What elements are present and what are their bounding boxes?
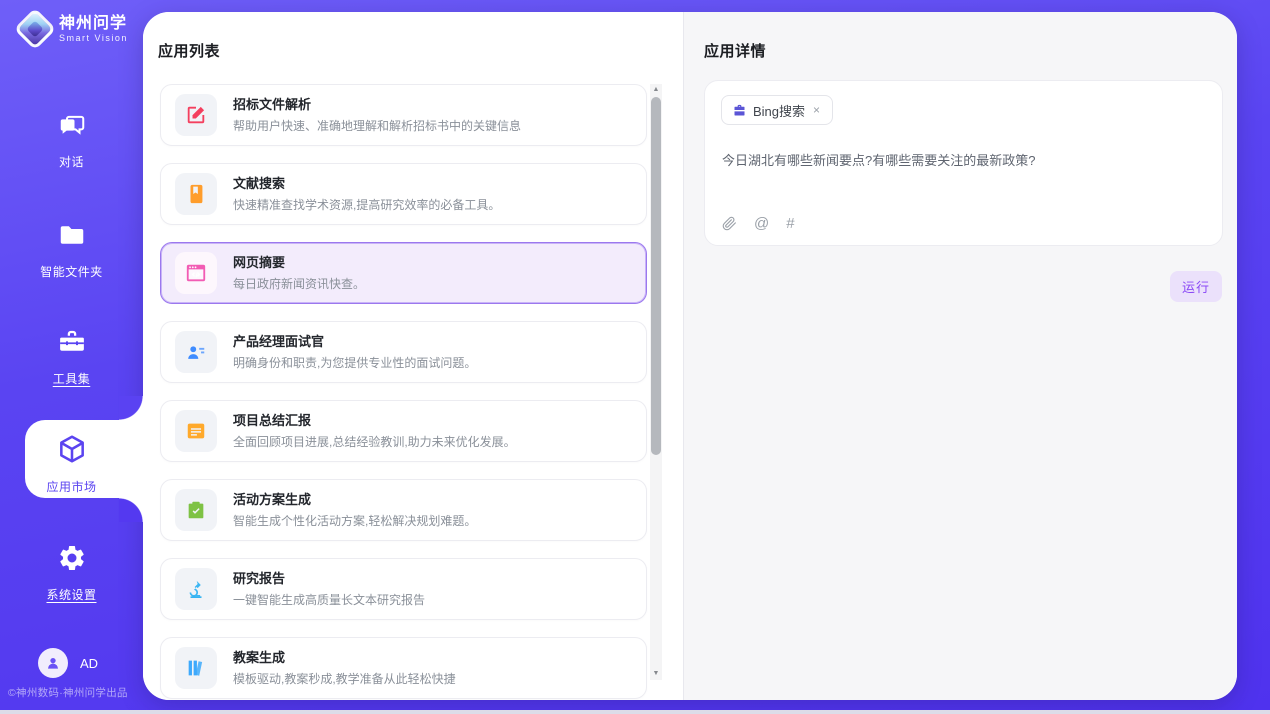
app-detail-panel: 应用详情 Bing搜索 × 今日湖北有哪些新闻要点?有哪些需要关注的最新政策? … xyxy=(683,12,1237,700)
browser-code-icon xyxy=(175,252,217,294)
app-list-scrollbar[interactable]: ▲ ▼ xyxy=(650,84,662,680)
sidebar-item-label: 对话 xyxy=(0,153,143,170)
tool-chip-label: Bing搜索 xyxy=(753,101,805,120)
brand-subtitle: Smart Vision xyxy=(59,33,128,43)
sidebar-item-label: 智能文件夹 xyxy=(0,263,143,280)
app-card-title: 研究报告 xyxy=(233,570,425,587)
attachment-toolbar: @ # xyxy=(722,215,795,232)
brand-title: 神州问学 xyxy=(59,15,127,32)
diamond-logo-icon xyxy=(14,8,56,50)
scroll-down-arrow[interactable]: ▼ xyxy=(650,668,662,680)
app-list-panel: 应用列表 招标文件解析 帮助用户快速、准确地理解和解析招标书中的关键信息 文献搜… xyxy=(143,12,683,700)
app-list-title: 应用列表 xyxy=(158,40,220,61)
content-shell: 应用列表 招标文件解析 帮助用户快速、准确地理解和解析招标书中的关键信息 文献搜… xyxy=(143,12,1237,700)
app-card-literature-search[interactable]: 文献搜索 快速精准查找学术资源,提高研究效率的必备工具。 xyxy=(160,163,647,225)
prompt-input[interactable]: 今日湖北有哪些新闻要点?有哪些需要关注的最新政策? xyxy=(722,151,1206,170)
hash-icon[interactable]: # xyxy=(786,215,794,232)
person-icon xyxy=(45,655,61,671)
app-card-desc: 智能生成个性化活动方案,轻松解决规划难题。 xyxy=(233,512,476,529)
app-card-desc: 每日政府新闻资讯快查。 xyxy=(233,275,365,292)
app-card-event-plan[interactable]: 活动方案生成 智能生成个性化活动方案,轻松解决规划难题。 xyxy=(160,479,647,541)
app-card-desc: 帮助用户快速、准确地理解和解析招标书中的关键信息 xyxy=(233,117,521,134)
resume-icon xyxy=(175,331,217,373)
app-card-research-report[interactable]: 研究报告 一键智能生成高质量长文本研究报告 xyxy=(160,558,647,620)
paperclip-icon[interactable] xyxy=(722,216,737,231)
folder-icon xyxy=(57,220,87,250)
app-card-desc: 全面回顾项目进展,总结经验教训,助力未来优化发展。 xyxy=(233,433,516,450)
book-icon xyxy=(175,173,217,215)
app-card-title: 产品经理面试官 xyxy=(233,333,476,350)
app-card-lesson-plan[interactable]: 教案生成 模板驱动,教案秒成,教学准备从此轻松快捷 xyxy=(160,637,647,699)
app-card-bid-parse[interactable]: 招标文件解析 帮助用户快速、准确地理解和解析招标书中的关键信息 xyxy=(160,84,647,146)
app-card-project-summary[interactable]: 项目总结汇报 全面回顾项目进展,总结经验教训,助力未来优化发展。 xyxy=(160,400,647,462)
app-detail-title: 应用详情 xyxy=(704,40,766,61)
app-card-title: 文献搜索 xyxy=(233,175,500,192)
sidebar-item-toolset[interactable]: 工具集 xyxy=(0,327,143,387)
app-card-title: 活动方案生成 xyxy=(233,491,476,508)
clipboard-check-icon xyxy=(175,489,217,531)
microscope-icon xyxy=(175,568,217,610)
app-card-title: 项目总结汇报 xyxy=(233,412,516,429)
books-icon xyxy=(175,647,217,689)
sidebar-item-smart-folder[interactable]: 智能文件夹 xyxy=(0,220,143,280)
app-card-desc: 快速精准查找学术资源,提高研究效率的必备工具。 xyxy=(233,196,500,213)
sidebar-item-app-market[interactable]: 应用市场 xyxy=(0,433,143,495)
sidebar-item-label: 工具集 xyxy=(0,370,143,387)
app-card-web-summary[interactable]: 网页摘要 每日政府新闻资讯快查。 xyxy=(160,242,647,304)
user-initials: AD xyxy=(80,656,98,671)
app-window: 应用列表 招标文件解析 帮助用户快速、准确地理解和解析招标书中的关键信息 文献搜… xyxy=(0,0,1270,714)
gear-icon xyxy=(57,543,87,573)
app-card-desc: 明确身份和职责,为您提供专业性的面试问题。 xyxy=(233,354,476,371)
at-icon[interactable]: @ xyxy=(754,215,769,232)
app-card-title: 招标文件解析 xyxy=(233,96,521,113)
avatar xyxy=(38,648,68,678)
prompt-card: Bing搜索 × 今日湖北有哪些新闻要点?有哪些需要关注的最新政策? @ # xyxy=(704,80,1223,246)
app-card-title: 教案生成 xyxy=(233,649,456,666)
toolbox-icon xyxy=(57,327,87,357)
close-icon[interactable]: × xyxy=(811,103,822,117)
pen-square-icon xyxy=(175,94,217,136)
app-card-title: 网页摘要 xyxy=(233,254,365,271)
copyright-text: ©神州数码·神州问学出品 xyxy=(8,685,143,700)
notes-icon xyxy=(175,410,217,452)
tool-chip-bing-search[interactable]: Bing搜索 × xyxy=(721,95,833,125)
sidebar-item-chat[interactable]: 对话 xyxy=(0,110,143,170)
scrollbar-thumb[interactable] xyxy=(651,97,661,455)
sidebar: 神州问学 Smart Vision 对话 智能文件夹 工具集 xyxy=(0,0,143,714)
window-bottom-edge xyxy=(0,710,1270,714)
sidebar-item-label: 系统设置 xyxy=(0,586,143,603)
briefcase-icon xyxy=(732,103,747,118)
cube-icon xyxy=(56,433,88,465)
app-card-desc: 一键智能生成高质量长文本研究报告 xyxy=(233,591,425,608)
app-card-desc: 模板驱动,教案秒成,教学准备从此轻松快捷 xyxy=(233,670,456,687)
scroll-up-arrow[interactable]: ▲ xyxy=(650,84,662,96)
sidebar-item-settings[interactable]: 系统设置 xyxy=(0,543,143,603)
sidebar-item-label: 应用市场 xyxy=(0,478,143,495)
brand-logo: 神州问学 Smart Vision xyxy=(20,14,128,44)
user-account[interactable]: AD xyxy=(38,648,98,678)
chat-icon xyxy=(57,110,87,140)
app-card-pm-interviewer[interactable]: 产品经理面试官 明确身份和职责,为您提供专业性的面试问题。 xyxy=(160,321,647,383)
run-button[interactable]: 运行 xyxy=(1170,271,1222,302)
